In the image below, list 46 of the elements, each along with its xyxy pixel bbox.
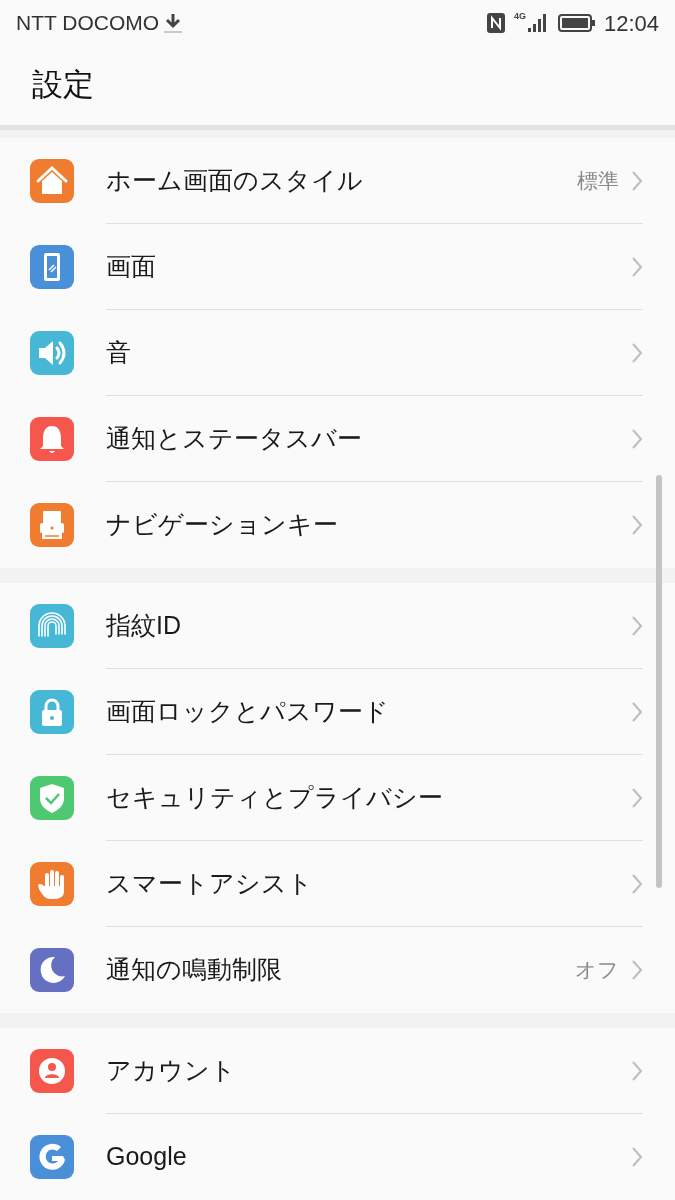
download-icon (163, 12, 184, 34)
setting-label: アカウント (106, 1054, 237, 1086)
chevron-right-icon (631, 786, 643, 809)
setting-label: 指紋ID (106, 609, 182, 641)
clock: 12:04 (603, 9, 659, 38)
setting-label: 通知の鳴動制限 (106, 954, 283, 986)
settings-row[interactable]: Google (0, 1114, 675, 1200)
chevron-right-icon (631, 169, 643, 192)
settings-row[interactable]: ナビゲーションキー (0, 482, 675, 568)
setting-label: 音 (106, 336, 132, 368)
chevron-right-icon (631, 427, 643, 450)
chevron-right-icon (631, 1146, 643, 1168)
setting-label: スマートアシスト (106, 867, 314, 899)
page-title: 設定 (32, 66, 94, 105)
setting-label: ナビゲーションキー (106, 509, 339, 541)
signal-icon (525, 13, 546, 33)
settings-row[interactable]: 画面 (0, 224, 675, 310)
chevron-right-icon (631, 255, 643, 278)
settings-row[interactable]: 通知とステータスバー (0, 396, 675, 482)
chevron-right-icon (631, 614, 643, 637)
setting-label: 画面ロックとパスワード (106, 695, 390, 727)
chevron-right-icon (631, 514, 643, 536)
setting-value: オフ (575, 957, 619, 984)
setting-label: 通知とステータスバー (106, 422, 363, 454)
settings-row[interactable]: 音 (0, 310, 675, 396)
battery-icon (557, 13, 596, 33)
settings-row[interactable]: スマートアシスト (0, 841, 675, 927)
settings-row[interactable]: ホーム画面のスタイル 標準 (0, 138, 675, 224)
settings-row[interactable]: 画面ロックとパスワード (0, 669, 675, 755)
settings-row[interactable]: 通知の鳴動制限 オフ (0, 927, 675, 1013)
settings-row[interactable]: アカウント (0, 1028, 675, 1114)
nfc-icon (485, 12, 506, 34)
setting-value: 標準 (577, 167, 619, 194)
settings-row[interactable]: 指紋ID (0, 583, 675, 669)
carrier-name: NTT DOCOMO (16, 10, 160, 37)
setting-label: セキュリティとプライバシー (106, 781, 444, 813)
setting-label: ホーム画面のスタイル (106, 164, 364, 196)
chevron-right-icon (631, 700, 643, 723)
chevron-right-icon (631, 341, 643, 364)
setting-label: Google (106, 1141, 188, 1173)
setting-label: 画面 (106, 250, 157, 282)
settings-row[interactable]: セキュリティとプライバシー (0, 755, 675, 841)
chevron-right-icon (631, 872, 643, 895)
chevron-right-icon (631, 959, 643, 981)
network-type: 4G (513, 12, 526, 21)
chevron-right-icon (631, 1059, 643, 1082)
